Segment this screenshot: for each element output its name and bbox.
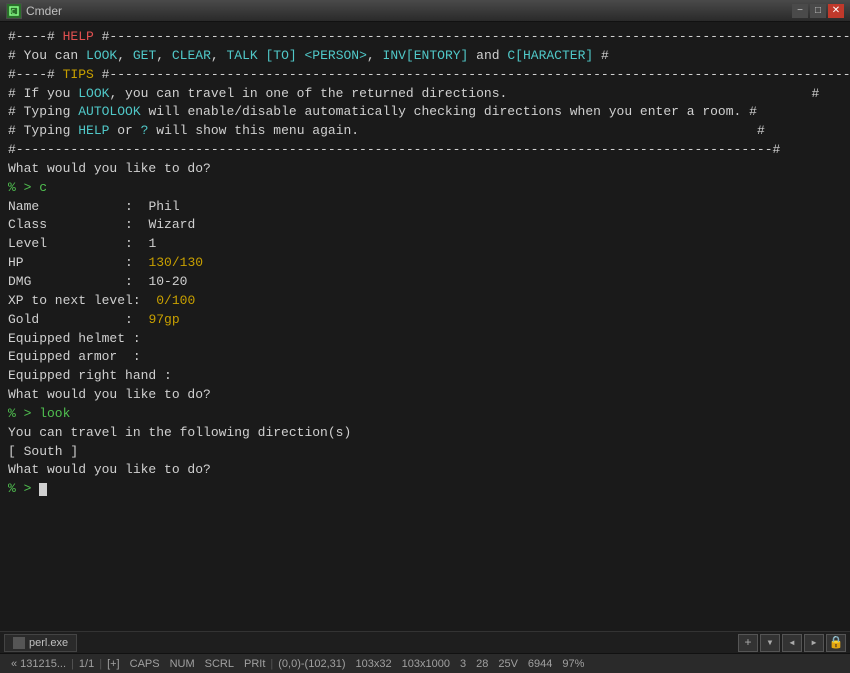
terminal-line: What would you like to do? <box>8 160 842 179</box>
terminal-line: Equipped helmet : <box>8 330 842 349</box>
terminal-line: # Typing AUTOLOOK will enable/disable au… <box>8 103 842 122</box>
terminal-line: # Typing HELP or ? will show this menu a… <box>8 122 842 141</box>
status-scrl: SCRL <box>200 658 239 670</box>
terminal-line: Level : 1 <box>8 235 842 254</box>
terminal-line: [ South ] <box>8 443 842 462</box>
terminal-line: You can travel in the following directio… <box>8 424 842 443</box>
status-pri: PRIt <box>239 658 270 670</box>
new-tab-button[interactable]: + <box>738 634 758 652</box>
minimize-button[interactable]: − <box>792 4 808 18</box>
terminal-line: What would you like to do? <box>8 386 842 405</box>
terminal-line: What would you like to do? <box>8 461 842 480</box>
scroll-right-button[interactable]: ▸ <box>804 634 824 652</box>
terminal-line: DMG : 10-20 <box>8 273 842 292</box>
terminal-line: # You can LOOK, GET, CLEAR, TALK [TO] <P… <box>8 47 842 66</box>
scroll-left-button[interactable]: ◂ <box>782 634 802 652</box>
status-n2: 28 <box>471 658 493 670</box>
tab-label: perl.exe <box>29 637 68 649</box>
status-caps: CAPS <box>125 658 165 670</box>
tab-bar: perl.exe + ▾ ◂ ▸ 🔒 <box>0 631 850 653</box>
close-button[interactable]: ✕ <box>828 4 844 18</box>
terminal-line: Gold : 97gp <box>8 311 842 330</box>
terminal-line: XP to next level: 0/100 <box>8 292 842 311</box>
status-pct: 97% <box>557 658 589 670</box>
title-bar-left: C Cmder <box>6 3 62 19</box>
terminal-line: % > c <box>8 179 842 198</box>
terminal-output: #----# HELP #---------------------------… <box>0 22 850 631</box>
terminal-line: #----# TIPS #---------------------------… <box>8 66 842 85</box>
terminal-line: HP : 130/130 <box>8 254 842 273</box>
terminal-line: % > <box>8 480 842 499</box>
terminal-line: #----# HELP #---------------------------… <box>8 28 842 47</box>
svg-text:C: C <box>11 8 15 16</box>
status-n3: 25V <box>493 658 523 670</box>
perl-icon <box>13 637 25 649</box>
status-n1: 3 <box>455 658 471 670</box>
cursor <box>39 483 47 496</box>
status-position: « 131215... <box>6 658 71 670</box>
maximize-button[interactable]: □ <box>810 4 826 18</box>
terminal-line: Name : Phil <box>8 198 842 217</box>
tab-dropdown-button[interactable]: ▾ <box>760 634 780 652</box>
terminal-line: Equipped right hand : <box>8 367 842 386</box>
status-size: 103x32 <box>351 658 397 670</box>
lock-button[interactable]: 🔒 <box>826 634 846 652</box>
status-n4: 6944 <box>523 658 557 670</box>
app-icon: C <box>6 3 22 19</box>
status-line-col: 1/1 <box>74 658 99 670</box>
terminal-line: # If you LOOK, you can travel in one of … <box>8 85 842 104</box>
terminal-line: #---------------------------------------… <box>8 141 842 160</box>
status-bar: « 131215... | 1/1 | [+] CAPS NUM SCRL PR… <box>0 653 850 673</box>
window-title: Cmder <box>26 4 62 18</box>
tab-bar-actions: + ▾ ◂ ▸ 🔒 <box>738 634 846 652</box>
terminal-line: % > look <box>8 405 842 424</box>
tab-perl[interactable]: perl.exe <box>4 634 77 652</box>
window-controls: − □ ✕ <box>792 4 844 18</box>
status-coords: (0,0)-(102,31) <box>273 658 350 670</box>
terminal-line: Class : Wizard <box>8 216 842 235</box>
terminal-line: Equipped armor : <box>8 348 842 367</box>
title-bar: C Cmder − □ ✕ <box>0 0 850 22</box>
status-num: NUM <box>165 658 200 670</box>
status-size2: 103x1000 <box>397 658 455 670</box>
status-bracket: [+] <box>102 658 125 670</box>
